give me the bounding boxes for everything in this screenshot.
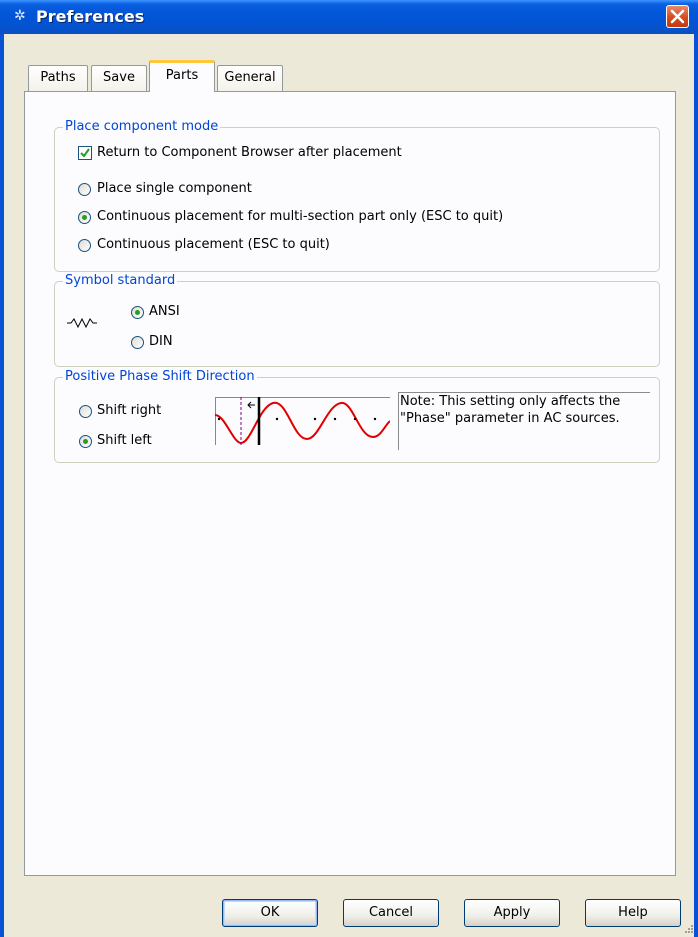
ansi-radio[interactable] bbox=[131, 306, 144, 319]
parts-tab-panel: Place component mode Return to Component… bbox=[24, 91, 676, 876]
din-label[interactable]: DIN bbox=[149, 334, 173, 350]
resize-grip-icon[interactable] bbox=[684, 924, 694, 934]
window-border-right bbox=[694, 34, 698, 937]
ansi-label[interactable]: ANSI bbox=[149, 304, 180, 320]
continuous-multisection-radio[interactable] bbox=[78, 211, 91, 224]
phase-note: Note: This setting only affects the "Pha… bbox=[398, 392, 650, 450]
shift-right-label[interactable]: Shift right bbox=[97, 403, 161, 419]
shift-left-radio[interactable] bbox=[79, 435, 92, 448]
cancel-button[interactable]: Cancel bbox=[343, 899, 439, 927]
apply-button[interactable]: Apply bbox=[464, 899, 560, 927]
tab-parts[interactable]: Parts bbox=[149, 60, 215, 92]
din-radio[interactable] bbox=[131, 336, 144, 349]
close-button[interactable] bbox=[666, 5, 689, 28]
preferences-dialog: ✲ Preferences Paths Save Parts General P… bbox=[0, 0, 698, 937]
close-icon bbox=[670, 9, 685, 24]
place-component-mode-group: Place component mode Return to Component… bbox=[54, 118, 660, 272]
window-title: Preferences bbox=[36, 7, 145, 26]
phase-note-line-1: Note: This setting only affects the bbox=[400, 394, 621, 409]
place-single-radio[interactable] bbox=[78, 183, 91, 196]
place-component-mode-legend: Place component mode bbox=[63, 118, 221, 136]
title-bar[interactable]: ✲ Preferences bbox=[0, 0, 698, 34]
symbol-standard-group: Symbol standard ANSI DIN bbox=[54, 272, 660, 367]
ok-button[interactable]: OK bbox=[222, 899, 318, 927]
app-icon: ✲ bbox=[14, 8, 26, 24]
phase-note-line-2: "Phase" parameter in AC sources. bbox=[400, 411, 620, 426]
shift-left-label[interactable]: Shift left bbox=[97, 433, 152, 449]
return-browser-checkbox[interactable] bbox=[78, 146, 92, 160]
window-border-left bbox=[0, 34, 4, 937]
tab-paths[interactable]: Paths bbox=[28, 65, 88, 91]
phase-shift-waveform-icon bbox=[215, 397, 390, 445]
return-browser-label[interactable]: Return to Component Browser after placem… bbox=[97, 145, 402, 161]
resistor-symbol-icon bbox=[67, 318, 97, 328]
tab-general[interactable]: General bbox=[217, 65, 283, 91]
continuous-placement-label[interactable]: Continuous placement (ESC to quit) bbox=[97, 237, 330, 253]
tab-save[interactable]: Save bbox=[91, 65, 147, 91]
continuous-placement-radio[interactable] bbox=[78, 239, 91, 252]
symbol-standard-legend: Symbol standard bbox=[63, 272, 178, 290]
continuous-multisection-label[interactable]: Continuous placement for multi-section p… bbox=[97, 209, 503, 225]
place-single-label[interactable]: Place single component bbox=[97, 181, 252, 197]
shift-right-radio[interactable] bbox=[79, 405, 92, 418]
help-button[interactable]: Help bbox=[585, 899, 681, 927]
checkmark-icon bbox=[80, 148, 90, 158]
phase-shift-legend: Positive Phase Shift Direction bbox=[63, 368, 257, 386]
